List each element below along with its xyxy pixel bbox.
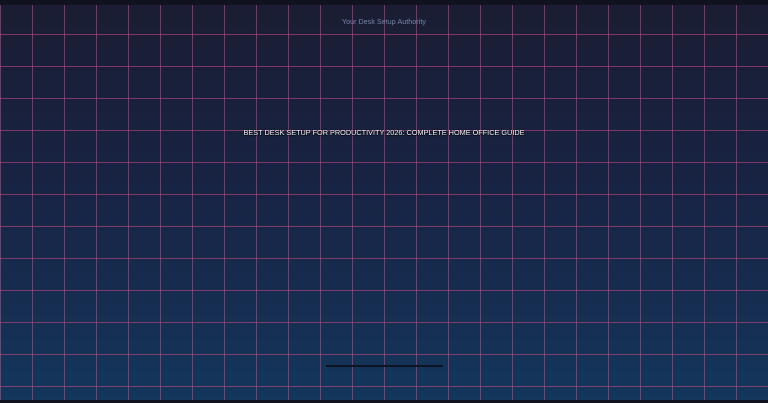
page-headline: BEST DESK SETUP FOR PRODUCTIVITY 2026: C… [243,128,525,137]
page-root: Your Desk Setup Authority BEST DESK SETU… [0,0,768,403]
site-tagline: Your Desk Setup Authority [342,19,426,26]
synthwave-grid-background [0,5,768,400]
loading-progress-bar [326,365,443,367]
